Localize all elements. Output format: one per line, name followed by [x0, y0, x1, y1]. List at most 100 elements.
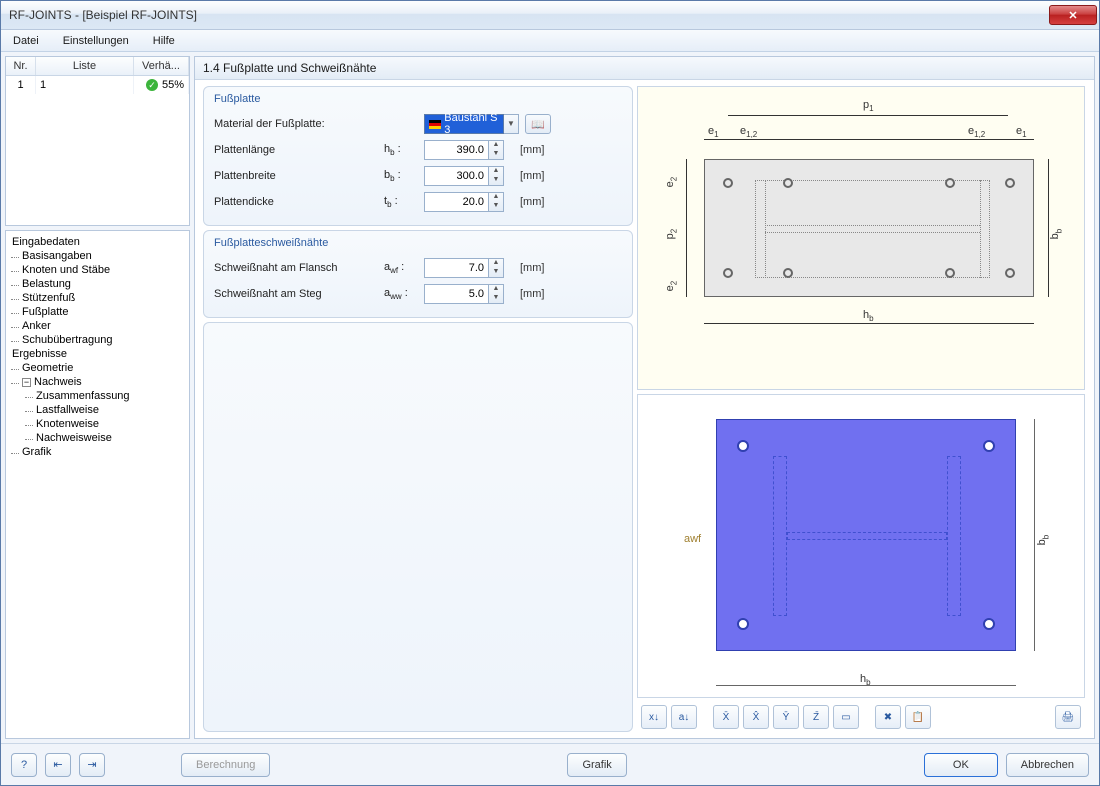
lbl-thk: Plattendicke — [214, 196, 384, 208]
panel-title: 1.4 Fußplatte und Schweißnähte — [195, 57, 1094, 80]
grafik-button[interactable]: Grafik — [567, 753, 626, 777]
tree-geometrie[interactable]: Geometrie — [8, 361, 187, 375]
tree-lastfall[interactable]: Lastfallweise — [8, 403, 187, 417]
tree-grafik[interactable]: Grafik — [8, 445, 187, 459]
dim-e12: e1,2 — [740, 125, 757, 139]
axis-x2-button[interactable]: X̂ — [743, 705, 769, 729]
cell-ratio: ✓ 55% — [134, 76, 189, 94]
menubar: Datei Einstellungen Hilfe — [1, 30, 1099, 52]
menu-settings[interactable]: Einstellungen — [57, 33, 135, 49]
tree-anker[interactable]: Anker — [8, 319, 187, 333]
tool-a-button[interactable]: ✖ — [875, 705, 901, 729]
library-button[interactable]: 📖 — [525, 114, 551, 134]
tree-fussplatte[interactable]: Fußplatte — [8, 305, 187, 319]
bolt-hole — [945, 178, 955, 188]
tree-knotenw[interactable]: Knotenweise — [8, 417, 187, 431]
view-a-button[interactable]: a↓ — [671, 705, 697, 729]
help-button[interactable]: ? — [11, 753, 37, 777]
tool-b-button[interactable]: 📋 — [905, 705, 931, 729]
spin-down-icon[interactable]: ▼ — [489, 150, 503, 159]
titlebar: RF-JOINTS - [Beispiel RF-JOINTS] ✕ — [1, 1, 1099, 30]
nav-tree: Eingabedaten Basisangaben Knoten und Stä… — [5, 230, 190, 739]
tree-schub[interactable]: Schubübertragung — [8, 333, 187, 347]
case-grid: Nr. Liste Verhä... 1 1 ✓ 55% — [5, 56, 190, 226]
lbl-steg: Schweißnaht am Steg — [214, 288, 384, 300]
dim-e2b: e2 — [664, 281, 678, 292]
tree-basis[interactable]: Basisangaben — [8, 249, 187, 263]
prev-button[interactable]: ⇤ — [45, 753, 71, 777]
group-fussplatte: Fußplatte Material der Fußplatte: Bausta… — [203, 86, 633, 226]
footer: ? ⇤ ⇥ Berechnung Grafik OK Abbrechen — [1, 743, 1099, 785]
axis-z-button[interactable]: Z̄ — [803, 705, 829, 729]
spin-down-icon[interactable]: ▼ — [489, 176, 503, 185]
spin-up-icon[interactable]: ▲ — [489, 259, 503, 268]
diagram-3d[interactable]: awf bb hb — [637, 394, 1085, 698]
sym-aww: aww : — [384, 287, 424, 301]
cell-list: 1 — [36, 76, 134, 94]
spin-down-icon[interactable]: ▼ — [489, 202, 503, 211]
group2-title: Fußplatteschweißnähte — [214, 237, 622, 249]
input-aww[interactable]: ▲▼ — [424, 284, 514, 304]
tree-belastung[interactable]: Belastung — [8, 277, 187, 291]
tree-nachweis[interactable]: −Nachweis — [8, 375, 187, 389]
print-button[interactable]: 🖨 — [1055, 705, 1081, 729]
spin-up-icon[interactable]: ▲ — [489, 141, 503, 150]
col-list[interactable]: Liste — [36, 57, 134, 75]
group1-title: Fußplatte — [214, 93, 622, 105]
bolt-hole — [983, 440, 995, 452]
input-awf[interactable]: ▲▼ — [424, 258, 514, 278]
lbl-flansch: Schweißnaht am Flansch — [214, 262, 384, 274]
menu-file[interactable]: Datei — [7, 33, 45, 49]
dim-e12r: e1,2 — [968, 125, 985, 139]
col-ratio[interactable]: Verhä... — [134, 57, 189, 75]
spin-down-icon[interactable]: ▼ — [489, 268, 503, 277]
close-button[interactable]: ✕ — [1049, 5, 1097, 25]
axis-x-button[interactable]: X̄ — [713, 705, 739, 729]
spin-down-icon[interactable]: ▼ — [489, 294, 503, 303]
tree-nachweisw[interactable]: Nachweisweise — [8, 431, 187, 445]
group-empty — [203, 322, 633, 732]
view-iso-button[interactable]: ▭ — [833, 705, 859, 729]
grid-row[interactable]: 1 1 ✓ 55% — [6, 76, 189, 94]
tree-ergebnisse[interactable]: Ergebnisse — [8, 347, 187, 361]
tree-knoten[interactable]: Knoten und Stäbe — [8, 263, 187, 277]
view-toolbar: x↓ a↓ X̄ X̂ Ȳ Z̄ ▭ ✖ 📋 🖨 — [637, 702, 1085, 732]
lbl-wid: Plattenbreite — [214, 170, 384, 182]
bolt-hole — [1005, 268, 1015, 278]
dim-awf: awf — [684, 533, 701, 545]
axis-y-button[interactable]: Ȳ — [773, 705, 799, 729]
menu-help[interactable]: Hilfe — [147, 33, 181, 49]
input-wid[interactable]: ▲▼ — [424, 166, 514, 186]
input-thk[interactable]: ▲▼ — [424, 192, 514, 212]
input-len[interactable]: ▲▼ — [424, 140, 514, 160]
tree-zusammen[interactable]: Zusammenfassung — [8, 389, 187, 403]
dropdown-icon[interactable]: ▼ — [504, 114, 519, 134]
tree-eingabe[interactable]: Eingabedaten — [8, 235, 187, 249]
col-nr[interactable]: Nr. — [6, 57, 36, 75]
plate-outline — [704, 159, 1034, 297]
ok-button[interactable]: OK — [924, 753, 998, 777]
dim-bb2: bb — [1036, 535, 1050, 546]
view-x-button[interactable]: x↓ — [641, 705, 667, 729]
berechnung-button[interactable]: Berechnung — [181, 753, 270, 777]
collapse-icon[interactable]: − — [22, 378, 31, 387]
bolt-hole — [783, 178, 793, 188]
flag-de-icon — [429, 120, 441, 129]
dim-hb: hb — [863, 309, 874, 323]
check-icon: ✓ — [146, 79, 158, 91]
cell-nr: 1 — [6, 76, 36, 94]
dim-e1: e1 — [708, 125, 719, 139]
window-title: RF-JOINTS - [Beispiel RF-JOINTS] — [9, 8, 1049, 22]
bolt-hole — [737, 440, 749, 452]
bolt-hole — [723, 268, 733, 278]
dim-p2: p2 — [664, 229, 678, 240]
bolt-hole — [783, 268, 793, 278]
next-button[interactable]: ⇥ — [79, 753, 105, 777]
spin-up-icon[interactable]: ▲ — [489, 167, 503, 176]
abbrechen-button[interactable]: Abbrechen — [1006, 753, 1089, 777]
material-combo[interactable]: Baustahl S 3 ▼ — [424, 114, 519, 134]
tree-stuetz[interactable]: Stützenfuß — [8, 291, 187, 305]
spin-up-icon[interactable]: ▲ — [489, 193, 503, 202]
spin-up-icon[interactable]: ▲ — [489, 285, 503, 294]
group-schweiss: Fußplatteschweißnähte Schweißnaht am Fla… — [203, 230, 633, 318]
